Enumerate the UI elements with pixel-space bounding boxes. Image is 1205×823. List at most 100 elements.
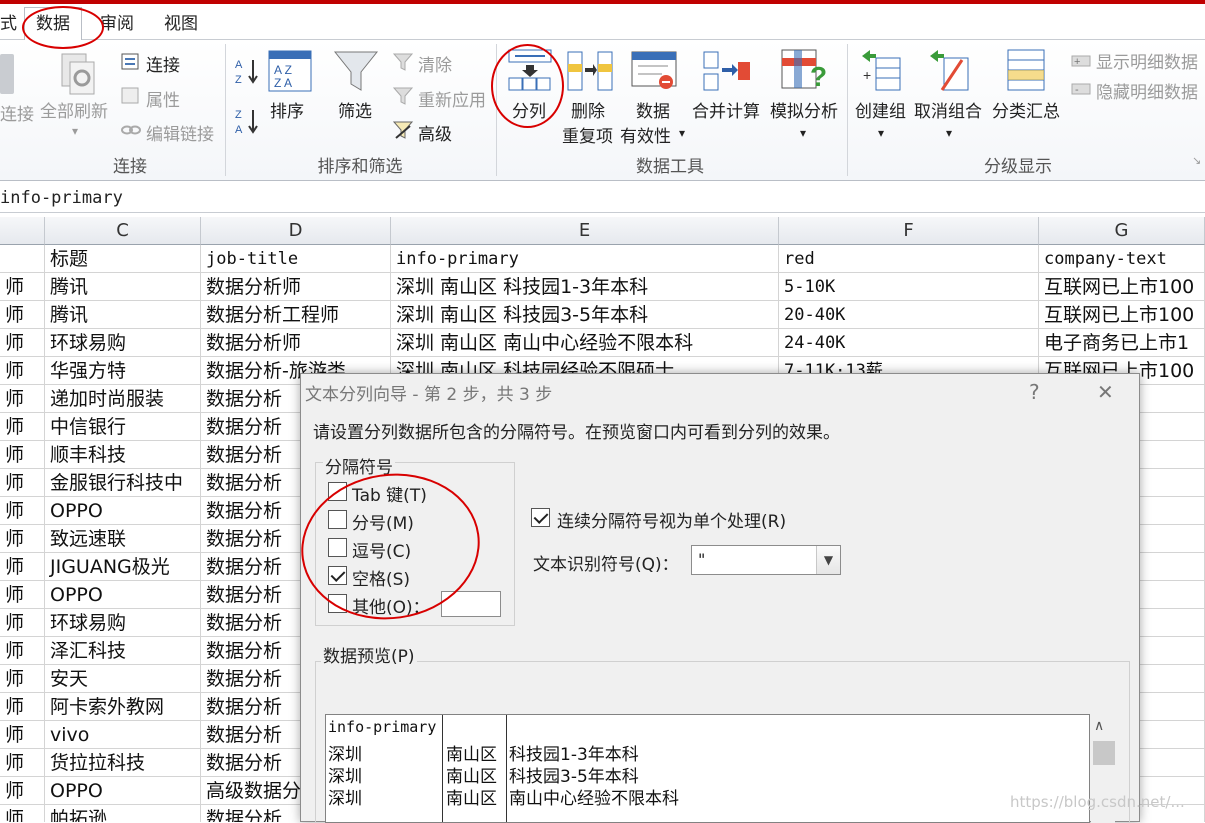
column-header-G[interactable]: G — [1039, 217, 1205, 245]
table-cell[interactable]: JIGUANG极光 — [45, 553, 201, 581]
table-cell[interactable]: 师 — [0, 553, 45, 581]
table-cell[interactable]: 帕拓逊 — [45, 805, 201, 822]
show-detail-button[interactable]: 显示明细数据 — [1096, 48, 1198, 73]
table-cell[interactable]: 标题 — [45, 245, 201, 273]
text-qualifier-select[interactable]: " ▼ — [691, 545, 841, 575]
table-cell[interactable]: 师 — [0, 749, 45, 777]
table-cell[interactable]: 师 — [0, 385, 45, 413]
table-cell[interactable]: 深圳 南山区 科技园3-5年本科 — [391, 301, 779, 329]
table-cell[interactable]: 腾讯 — [45, 273, 201, 301]
remove-duplicates-button[interactable]: 删除 — [571, 97, 605, 122]
table-cell[interactable]: 师 — [0, 301, 45, 329]
table-cell[interactable]: 泽汇科技 — [45, 637, 201, 665]
table-cell[interactable]: 师 — [0, 273, 45, 301]
table-cell[interactable]: 货拉拉科技 — [45, 749, 201, 777]
refresh-all-button[interactable]: 全部刷新 — [40, 97, 108, 122]
table-cell[interactable]: OPPO — [45, 581, 201, 609]
reapply-button[interactable]: 重新应用 — [418, 86, 486, 111]
table-cell[interactable]: 师 — [0, 805, 45, 822]
table-cell[interactable]: 致远速联 — [45, 525, 201, 553]
table-cell[interactable]: 20-40K — [779, 301, 1039, 329]
table-cell[interactable]: info-primary — [391, 245, 779, 273]
table-cell[interactable]: OPPO — [45, 777, 201, 805]
table-cell[interactable]: vivo — [45, 721, 201, 749]
table-cell[interactable]: 师 — [0, 329, 45, 357]
table-cell[interactable]: job-title — [201, 245, 391, 273]
table-cell[interactable]: OPPO — [45, 497, 201, 525]
data-validation-button[interactable]: 数据 — [636, 97, 670, 122]
data-preview[interactable]: info-primary 深圳 南山区 科技园1-3年本科 深圳 南山区 科技园… — [325, 714, 1090, 823]
table-cell[interactable]: 5-10K — [779, 273, 1039, 301]
column-header-B[interactable] — [0, 217, 45, 245]
connections-button-partial[interactable]: 连接 — [0, 100, 34, 125]
sort-icon: A ZZ A — [268, 50, 312, 92]
table-cell[interactable]: 师 — [0, 693, 45, 721]
table-cell[interactable]: 数据分析师 — [201, 273, 391, 301]
chevron-down-icon[interactable]: ▼ — [816, 546, 840, 574]
table-cell[interactable]: 24-40K — [779, 329, 1039, 357]
table-cell[interactable]: 金服银行科技中 — [45, 469, 201, 497]
table-cell[interactable]: 师 — [0, 497, 45, 525]
clear-button[interactable]: 清除 — [418, 51, 452, 76]
table-cell[interactable]: 师 — [0, 777, 45, 805]
table-cell[interactable]: 师 — [0, 665, 45, 693]
table-cell[interactable]: 顺丰科技 — [45, 441, 201, 469]
table-cell[interactable]: 腾讯 — [45, 301, 201, 329]
table-cell[interactable]: red — [779, 245, 1039, 273]
consecutive-delimiters-checkbox[interactable] — [531, 508, 550, 527]
table-cell[interactable]: 深圳 南山区 科技园1-3年本科 — [391, 273, 779, 301]
close-button[interactable]: ✕ — [1097, 380, 1114, 404]
filter-button[interactable]: 筛选 — [338, 97, 372, 122]
table-cell[interactable]: 递加时尚服装 — [45, 385, 201, 413]
help-button[interactable]: ? — [1029, 380, 1040, 404]
table-cell[interactable] — [0, 245, 45, 273]
table-cell[interactable]: 师 — [0, 609, 45, 637]
group-button[interactable]: 创建组 — [855, 97, 906, 122]
tab-view[interactable]: 视图 — [158, 8, 204, 40]
table-cell[interactable]: 互联网已上市100 — [1039, 301, 1205, 329]
table-cell[interactable]: 师 — [0, 525, 45, 553]
column-header-F[interactable]: F — [779, 217, 1039, 245]
sort-button[interactable]: 排序 — [270, 97, 304, 122]
ungroup-button[interactable]: 取消组合 — [914, 97, 982, 122]
table-cell[interactable]: 师 — [0, 721, 45, 749]
remove-duplicates-button-line2[interactable]: 重复项 — [562, 122, 613, 147]
table-cell[interactable]: 互联网已上市100 — [1039, 273, 1205, 301]
properties-button[interactable]: 属性 — [146, 86, 180, 111]
table-cell[interactable]: 安天 — [45, 665, 201, 693]
hide-detail-button[interactable]: 隐藏明细数据 — [1096, 78, 1198, 103]
table-cell[interactable]: 环球易购 — [45, 329, 201, 357]
formula-bar[interactable]: info-primary — [0, 185, 1205, 213]
column-header-E[interactable]: E — [391, 217, 779, 245]
tab-formulas[interactable]: 式 — [0, 8, 17, 40]
table-cell[interactable]: 中信银行 — [45, 413, 201, 441]
table-cell[interactable]: 阿卡索外教网 — [45, 693, 201, 721]
table-cell[interactable]: 深圳 南山区 南山中心经验不限本科 — [391, 329, 779, 357]
data-validation-button-line2[interactable]: 有效性 — [620, 122, 671, 147]
column-header-C[interactable]: C — [45, 217, 201, 245]
table-cell[interactable]: 师 — [0, 441, 45, 469]
sort-descending-icon: ZA — [234, 106, 260, 136]
table-cell[interactable]: 环球易购 — [45, 609, 201, 637]
column-header-D[interactable]: D — [201, 217, 391, 245]
table-cell[interactable]: 数据分析师 — [201, 329, 391, 357]
table-cell[interactable]: 师 — [0, 581, 45, 609]
chevron-up-icon[interactable]: ∧ — [1094, 718, 1104, 734]
table-cell[interactable]: 师 — [0, 637, 45, 665]
consolidate-button[interactable]: 合并计算 — [692, 97, 760, 122]
table-cell[interactable]: 师 — [0, 413, 45, 441]
table-cell[interactable]: 电子商务已上市1 — [1039, 329, 1205, 357]
what-if-analysis-button[interactable]: 模拟分析 — [770, 97, 838, 122]
table-cell[interactable]: 数据分析工程师 — [201, 301, 391, 329]
table-cell[interactable]: 华强方特 — [45, 357, 201, 385]
advanced-button[interactable]: 高级 — [418, 120, 452, 145]
edit-links-button[interactable]: 编辑链接 — [146, 120, 214, 145]
connect-button[interactable]: 连接 — [146, 51, 180, 76]
subtotal-button[interactable]: 分类汇总 — [992, 97, 1060, 122]
table-cell[interactable]: company-text — [1039, 245, 1205, 273]
scrollbar-thumb[interactable] — [1093, 741, 1115, 765]
dialog-launcher-icon[interactable]: ↘ — [1192, 154, 1201, 167]
table-cell[interactable]: 师 — [0, 357, 45, 385]
group-icon: + — [860, 48, 904, 92]
table-cell[interactable]: 师 — [0, 469, 45, 497]
